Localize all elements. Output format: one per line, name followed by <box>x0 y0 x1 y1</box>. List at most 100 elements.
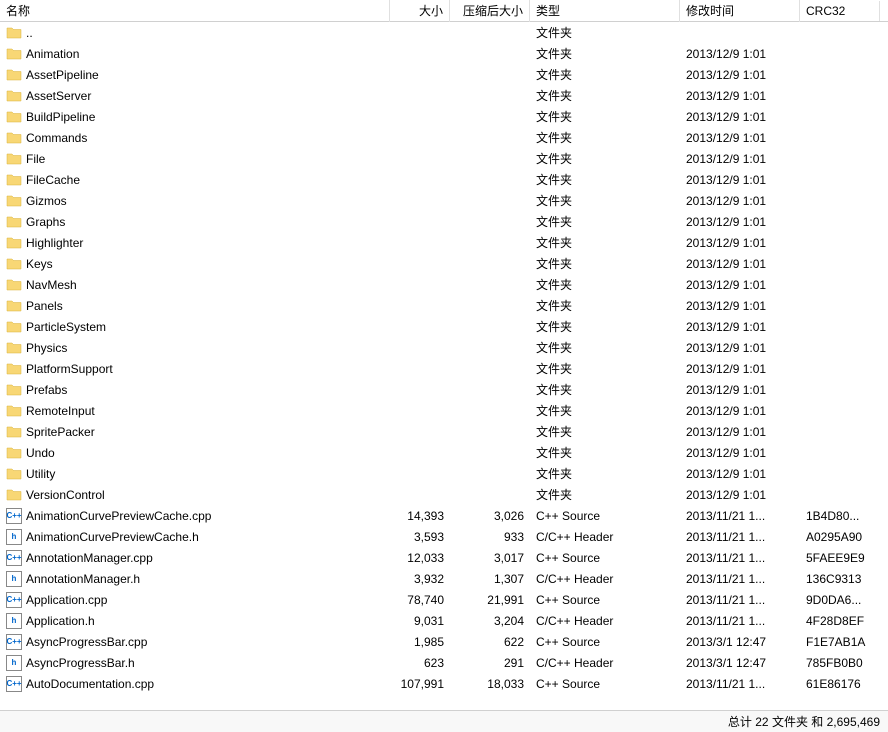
file-row[interactable]: hAnimationCurvePreviewCache.h3,593933C/C… <box>0 526 888 547</box>
size-cell <box>390 52 450 56</box>
file-row[interactable]: C++AsyncProgressBar.cpp1,985622C++ Sourc… <box>0 631 888 652</box>
file-row[interactable]: Physics文件夹2013/12/9 1:01 <box>0 337 888 358</box>
name-cell[interactable]: C++AutoDocumentation.cpp <box>0 674 390 694</box>
name-cell[interactable]: Undo <box>0 443 390 463</box>
file-row[interactable]: Highlighter文件夹2013/12/9 1:01 <box>0 232 888 253</box>
file-name: Application.cpp <box>26 593 107 607</box>
modified-cell: 2013/12/9 1:01 <box>680 339 800 357</box>
type-cell: 文件夹 <box>530 463 680 484</box>
file-list[interactable]: ..文件夹Animation文件夹2013/12/9 1:01AssetPipe… <box>0 22 888 710</box>
name-cell[interactable]: Prefabs <box>0 380 390 400</box>
file-row[interactable]: Utility文件夹2013/12/9 1:01 <box>0 463 888 484</box>
name-cell[interactable]: Graphs <box>0 212 390 232</box>
file-row[interactable]: C++AnimationCurvePreviewCache.cpp14,3933… <box>0 505 888 526</box>
name-cell[interactable]: AssetPipeline <box>0 65 390 85</box>
name-cell[interactable]: Physics <box>0 338 390 358</box>
file-row[interactable]: ..文件夹 <box>0 22 888 43</box>
file-row[interactable]: C++AnnotationManager.cpp12,0333,017C++ S… <box>0 547 888 568</box>
name-cell[interactable]: hApplication.h <box>0 611 390 631</box>
name-cell[interactable]: hAnnotationManager.h <box>0 569 390 589</box>
name-cell[interactable]: BuildPipeline <box>0 107 390 127</box>
file-row[interactable]: C++AutoDocumentation.cpp107,99118,033C++… <box>0 673 888 694</box>
compressed-cell: 3,204 <box>450 612 530 630</box>
name-cell[interactable]: hAsyncProgressBar.h <box>0 653 390 673</box>
name-cell[interactable]: PlatformSupport <box>0 359 390 379</box>
file-row[interactable]: NavMesh文件夹2013/12/9 1:01 <box>0 274 888 295</box>
name-cell[interactable]: FileCache <box>0 170 390 190</box>
file-row[interactable]: hApplication.h9,0313,204C/C++ Header2013… <box>0 610 888 631</box>
file-row[interactable]: Graphs文件夹2013/12/9 1:01 <box>0 211 888 232</box>
file-name: Commands <box>26 131 87 145</box>
name-cell[interactable]: Highlighter <box>0 233 390 253</box>
name-cell[interactable]: Utility <box>0 464 390 484</box>
compressed-cell <box>450 367 530 371</box>
column-header-size[interactable]: 大小 <box>390 0 450 22</box>
name-cell[interactable]: Keys <box>0 254 390 274</box>
file-row[interactable]: Undo文件夹2013/12/9 1:01 <box>0 442 888 463</box>
modified-cell: 2013/11/21 1... <box>680 675 800 693</box>
file-row[interactable]: hAnnotationManager.h3,9321,307C/C++ Head… <box>0 568 888 589</box>
file-row[interactable]: SpritePacker文件夹2013/12/9 1:01 <box>0 421 888 442</box>
file-row[interactable]: RemoteInput文件夹2013/12/9 1:01 <box>0 400 888 421</box>
column-header-crc[interactable]: CRC32 <box>800 1 880 21</box>
column-header-type[interactable]: 类型 <box>530 0 680 22</box>
file-name: Panels <box>26 299 63 313</box>
crc-cell <box>800 472 880 476</box>
name-cell[interactable]: Panels <box>0 296 390 316</box>
compressed-cell: 291 <box>450 654 530 672</box>
name-cell[interactable]: VersionControl <box>0 485 390 505</box>
file-row[interactable]: Animation文件夹2013/12/9 1:01 <box>0 43 888 64</box>
file-row[interactable]: File文件夹2013/12/9 1:01 <box>0 148 888 169</box>
cpp-file-icon: C++ <box>6 592 22 608</box>
column-header-compressed[interactable]: 压缩后大小 <box>450 0 530 22</box>
column-header-modified[interactable]: 修改时间 <box>680 0 800 22</box>
name-cell[interactable]: SpritePacker <box>0 422 390 442</box>
name-cell[interactable]: C++AnimationCurvePreviewCache.cpp <box>0 506 390 526</box>
crc-cell <box>800 178 880 182</box>
compressed-cell <box>450 52 530 56</box>
name-cell[interactable]: RemoteInput <box>0 401 390 421</box>
file-name: Gizmos <box>26 194 67 208</box>
compressed-cell: 3,017 <box>450 549 530 567</box>
file-row[interactable]: Prefabs文件夹2013/12/9 1:01 <box>0 379 888 400</box>
type-cell: 文件夹 <box>530 358 680 379</box>
file-row[interactable]: FileCache文件夹2013/12/9 1:01 <box>0 169 888 190</box>
name-cell[interactable]: C++AnnotationManager.cpp <box>0 548 390 568</box>
compressed-cell <box>450 73 530 77</box>
file-row[interactable]: C++Application.cpp78,74021,991C++ Source… <box>0 589 888 610</box>
type-cell: 文件夹 <box>530 190 680 211</box>
modified-cell: 2013/12/9 1:01 <box>680 129 800 147</box>
name-cell[interactable]: ParticleSystem <box>0 317 390 337</box>
name-cell[interactable]: Animation <box>0 44 390 64</box>
file-row[interactable]: ParticleSystem文件夹2013/12/9 1:01 <box>0 316 888 337</box>
name-cell[interactable]: NavMesh <box>0 275 390 295</box>
file-row[interactable]: Commands文件夹2013/12/9 1:01 <box>0 127 888 148</box>
name-cell[interactable]: Gizmos <box>0 191 390 211</box>
name-cell[interactable]: AssetServer <box>0 86 390 106</box>
folder-icon <box>6 46 22 62</box>
crc-cell: 1B4D80... <box>800 507 880 525</box>
file-row[interactable]: BuildPipeline文件夹2013/12/9 1:01 <box>0 106 888 127</box>
file-row[interactable]: hAsyncProgressBar.h623291C/C++ Header201… <box>0 652 888 673</box>
name-cell[interactable]: .. <box>0 23 390 43</box>
file-row[interactable]: Keys文件夹2013/12/9 1:01 <box>0 253 888 274</box>
column-header-name[interactable]: 名称 <box>0 0 390 22</box>
name-cell[interactable]: C++AsyncProgressBar.cpp <box>0 632 390 652</box>
file-row[interactable]: AssetPipeline文件夹2013/12/9 1:01 <box>0 64 888 85</box>
file-row[interactable]: VersionControl文件夹2013/12/9 1:01 <box>0 484 888 505</box>
name-cell[interactable]: C++ Application.cpp <box>0 590 390 610</box>
compressed-cell <box>450 283 530 287</box>
file-row[interactable]: Gizmos文件夹2013/12/9 1:01 <box>0 190 888 211</box>
type-cell: C++ Source <box>530 633 680 651</box>
size-cell <box>390 409 450 413</box>
crc-cell <box>800 52 880 56</box>
file-row[interactable]: AssetServer文件夹2013/12/9 1:01 <box>0 85 888 106</box>
name-cell[interactable]: Commands <box>0 128 390 148</box>
modified-cell: 2013/11/21 1... <box>680 549 800 567</box>
size-cell <box>390 451 450 455</box>
file-row[interactable]: PlatformSupport文件夹2013/12/9 1:01 <box>0 358 888 379</box>
file-row[interactable]: Panels文件夹2013/12/9 1:01 <box>0 295 888 316</box>
name-cell[interactable]: File <box>0 149 390 169</box>
folder-icon <box>6 235 22 251</box>
name-cell[interactable]: hAnimationCurvePreviewCache.h <box>0 527 390 547</box>
